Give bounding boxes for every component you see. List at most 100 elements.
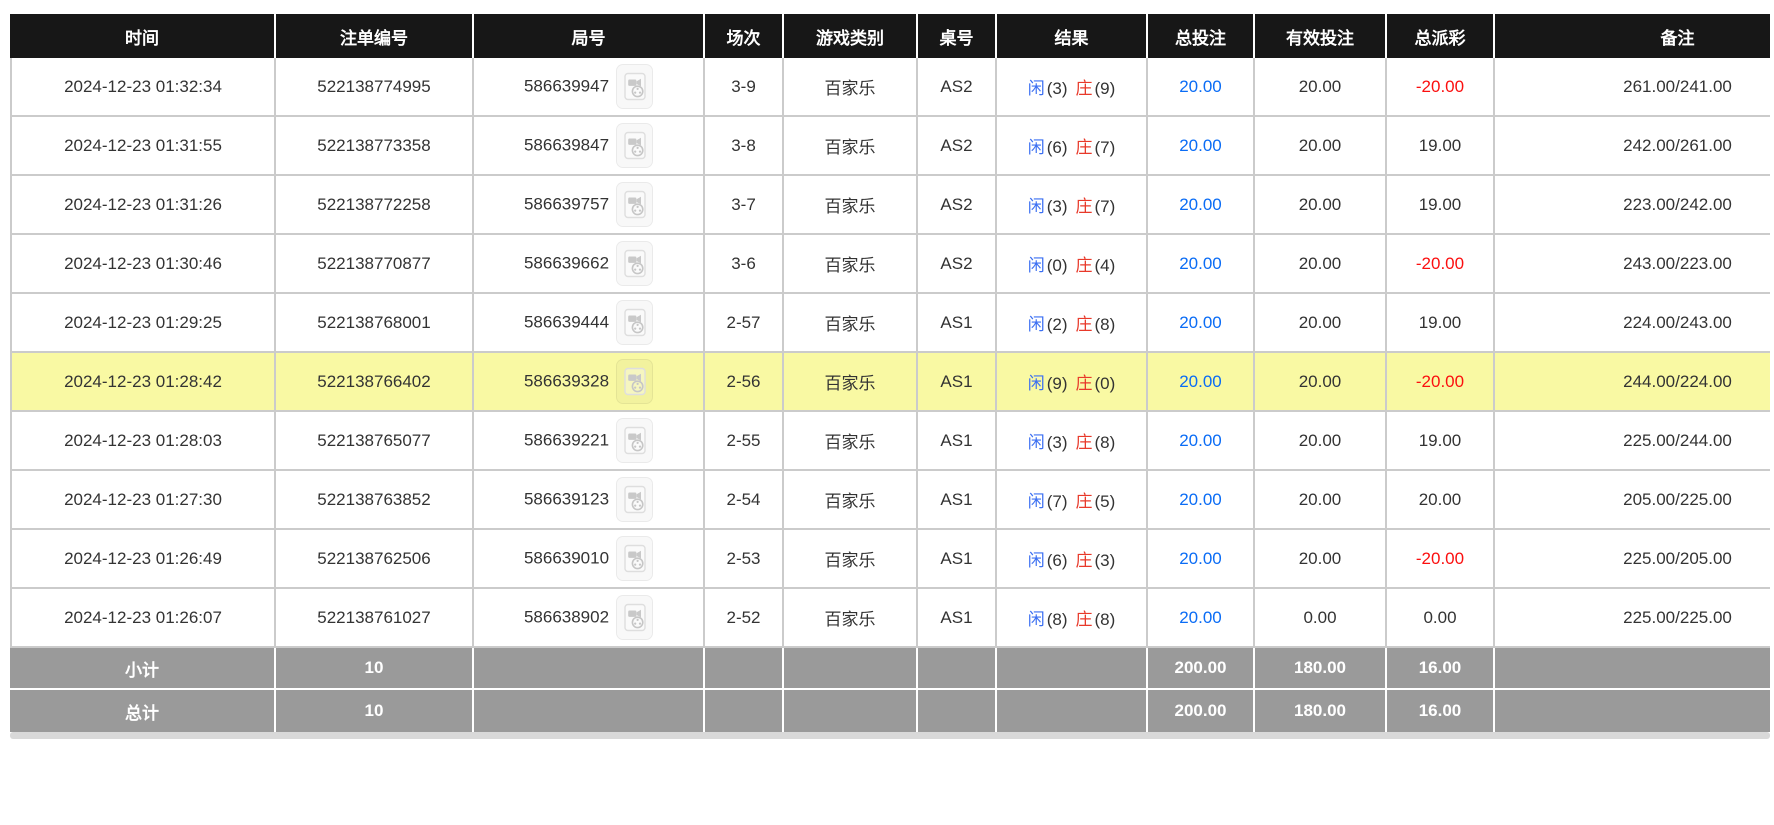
game-type-cell: 百家乐 <box>784 589 918 648</box>
result-cell: 闲(9)庄(0) <box>997 353 1148 412</box>
result-player-label: 闲 <box>1027 138 1046 157</box>
result-player-label: 闲 <box>1027 256 1046 275</box>
video-file-icon <box>623 72 647 101</box>
video-replay-button[interactable] <box>616 359 653 404</box>
table-row[interactable]: 2024-12-23 01:28:03 522138765077 5866392… <box>10 412 1770 471</box>
payout-cell: -20.00 <box>1387 58 1495 117</box>
table-row[interactable]: 2024-12-23 01:26:49 522138762506 5866390… <box>10 530 1770 589</box>
result-cell: 闲(7)庄(5) <box>997 471 1148 530</box>
video-replay-button[interactable] <box>616 477 653 522</box>
bet-id-cell: 522138761027 <box>276 589 474 648</box>
total-bet-cell: 20.00 <box>1148 412 1255 471</box>
round-id: 586639328 <box>524 372 609 391</box>
result-player-score: (0) <box>1046 256 1069 275</box>
col-header-round-id: 局号 <box>474 14 705 58</box>
table-row[interactable]: 2024-12-23 01:27:30 522138763852 5866391… <box>10 471 1770 530</box>
table-no-cell: AS1 <box>918 412 997 471</box>
valid-bet-cell: 20.00 <box>1255 471 1387 530</box>
subtotal-payout: 16.00 <box>1387 648 1495 690</box>
total-bet-cell: 20.00 <box>1148 589 1255 648</box>
payout-cell: 19.00 <box>1387 117 1495 176</box>
video-file-icon <box>623 603 647 632</box>
table-row[interactable]: 2024-12-23 01:32:34 522138774995 5866399… <box>10 58 1770 117</box>
result-banker-score: (9) <box>1094 79 1117 98</box>
result-banker-score: (5) <box>1094 492 1117 511</box>
result-player-label: 闲 <box>1027 374 1046 393</box>
video-replay-button[interactable] <box>616 64 653 109</box>
session-cell: 3-6 <box>705 235 784 294</box>
valid-bet-cell: 20.00 <box>1255 235 1387 294</box>
game-type-cell: 百家乐 <box>784 235 918 294</box>
video-file-icon <box>623 485 647 514</box>
col-header-session: 场次 <box>705 14 784 58</box>
col-header-payout: 总派彩 <box>1387 14 1495 58</box>
result-cell: 闲(8)庄(8) <box>997 589 1148 648</box>
valid-bet-cell: 20.00 <box>1255 353 1387 412</box>
video-file-icon <box>623 131 647 160</box>
result-banker-label: 庄 <box>1075 315 1094 334</box>
round-id: 586639444 <box>524 313 609 332</box>
table-no-cell: AS2 <box>918 176 997 235</box>
video-replay-button[interactable] <box>616 536 653 581</box>
bet-id-cell: 522138766402 <box>276 353 474 412</box>
table-row[interactable]: 2024-12-23 01:28:42 522138766402 5866393… <box>10 353 1770 412</box>
col-header-game-type: 游戏类别 <box>784 14 918 58</box>
remark-cell: 225.00/225.00 <box>1495 589 1770 648</box>
subtotal-row: 小计 10 200.00 180.00 16.00 <box>10 648 1770 690</box>
video-replay-button[interactable] <box>616 182 653 227</box>
result-player-score: (2) <box>1046 315 1069 334</box>
col-header-total-bet: 总投注 <box>1148 14 1255 58</box>
horizontal-scrollbar[interactable] <box>10 732 1770 739</box>
video-file-icon <box>623 249 647 278</box>
payout-cell: -20.00 <box>1387 235 1495 294</box>
video-replay-button[interactable] <box>616 300 653 345</box>
subtotal-total-bet: 200.00 <box>1148 648 1255 690</box>
round-cell: 586639662 <box>474 235 705 294</box>
table-row[interactable]: 2024-12-23 01:29:25 522138768001 5866394… <box>10 294 1770 353</box>
result-banker-label: 庄 <box>1075 374 1094 393</box>
video-replay-button[interactable] <box>616 595 653 640</box>
table-row[interactable]: 2024-12-23 01:31:55 522138773358 5866398… <box>10 117 1770 176</box>
valid-bet-cell: 0.00 <box>1255 589 1387 648</box>
total-bet-cell: 20.00 <box>1148 58 1255 117</box>
time-cell: 2024-12-23 01:30:46 <box>10 235 276 294</box>
table-no-cell: AS1 <box>918 530 997 589</box>
table-row[interactable]: 2024-12-23 01:30:46 522138770877 5866396… <box>10 235 1770 294</box>
payout-cell: -20.00 <box>1387 353 1495 412</box>
round-cell: 586639847 <box>474 117 705 176</box>
result-banker-label: 庄 <box>1075 79 1094 98</box>
session-cell: 2-52 <box>705 589 784 648</box>
result-banker-score: (4) <box>1094 256 1117 275</box>
remark-cell: 242.00/261.00 <box>1495 117 1770 176</box>
subtotal-label: 小计 <box>10 648 276 690</box>
result-banker-score: (8) <box>1094 315 1117 334</box>
round-cell: 586639444 <box>474 294 705 353</box>
col-header-bet-id: 注单编号 <box>276 14 474 58</box>
round-id: 586639123 <box>524 490 609 509</box>
session-cell: 2-56 <box>705 353 784 412</box>
game-type-cell: 百家乐 <box>784 412 918 471</box>
table-footer: 小计 10 200.00 180.00 16.00 总计 10 <box>10 648 1770 732</box>
result-player-label: 闲 <box>1027 610 1046 629</box>
video-replay-button[interactable] <box>616 241 653 286</box>
result-banker-label: 庄 <box>1075 138 1094 157</box>
payout-cell: 19.00 <box>1387 294 1495 353</box>
video-replay-button[interactable] <box>616 123 653 168</box>
round-id: 586639010 <box>524 549 609 568</box>
valid-bet-cell: 20.00 <box>1255 412 1387 471</box>
remark-cell: 225.00/244.00 <box>1495 412 1770 471</box>
video-replay-button[interactable] <box>616 418 653 463</box>
round-cell: 586639221 <box>474 412 705 471</box>
time-cell: 2024-12-23 01:31:55 <box>10 117 276 176</box>
valid-bet-cell: 20.00 <box>1255 117 1387 176</box>
table-row[interactable]: 2024-12-23 01:31:26 522138772258 5866397… <box>10 176 1770 235</box>
time-cell: 2024-12-23 01:26:07 <box>10 589 276 648</box>
game-type-cell: 百家乐 <box>784 176 918 235</box>
result-cell: 闲(3)庄(8) <box>997 412 1148 471</box>
result-cell: 闲(3)庄(9) <box>997 58 1148 117</box>
payout-cell: 20.00 <box>1387 471 1495 530</box>
table-row[interactable]: 2024-12-23 01:26:07 522138761027 5866389… <box>10 589 1770 648</box>
total-bet-cell: 20.00 <box>1148 235 1255 294</box>
video-file-icon <box>623 190 647 219</box>
result-player-score: (6) <box>1046 138 1069 157</box>
